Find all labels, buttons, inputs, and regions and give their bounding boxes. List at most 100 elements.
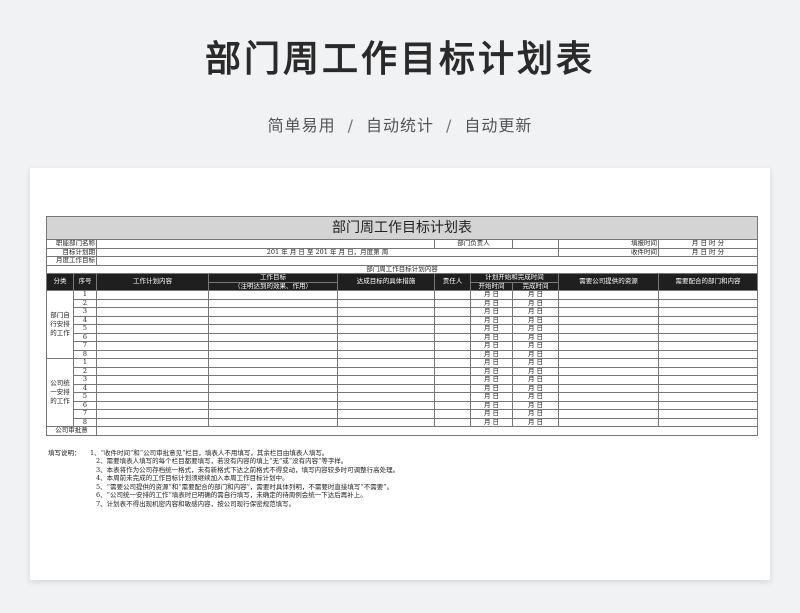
finish-time-cell[interactable]: 月 日 bbox=[512, 400, 559, 410]
owner-cell[interactable] bbox=[434, 392, 471, 402]
company-resources-cell[interactable] bbox=[558, 383, 659, 393]
receive-time-field[interactable]: 月 日 时 分 bbox=[657, 247, 759, 257]
plan-content-cell[interactable] bbox=[96, 298, 209, 308]
work-goal-cell[interactable] bbox=[208, 298, 338, 308]
cooperation-cell[interactable] bbox=[657, 349, 759, 359]
owner-cell[interactable] bbox=[434, 298, 471, 308]
cooperation-cell[interactable] bbox=[657, 315, 759, 325]
cooperation-cell[interactable] bbox=[657, 298, 759, 308]
company-resources-cell[interactable] bbox=[558, 417, 659, 427]
owner-cell[interactable] bbox=[434, 383, 471, 393]
cooperation-cell[interactable] bbox=[657, 290, 759, 300]
company-resources-cell[interactable] bbox=[558, 307, 659, 317]
owner-cell[interactable] bbox=[434, 375, 471, 385]
company-resources-cell[interactable] bbox=[558, 290, 659, 300]
cooperation-cell[interactable] bbox=[657, 307, 759, 317]
work-goal-cell[interactable] bbox=[208, 349, 338, 359]
finish-time-cell[interactable]: 月 日 bbox=[512, 341, 559, 351]
finish-time-cell[interactable]: 月 日 bbox=[512, 366, 559, 376]
work-goal-cell[interactable] bbox=[208, 290, 338, 300]
start-time-cell[interactable]: 月 日 bbox=[470, 366, 513, 376]
plan-content-cell[interactable] bbox=[96, 332, 209, 342]
finish-time-cell[interactable]: 月 日 bbox=[512, 349, 559, 359]
cooperation-cell[interactable] bbox=[657, 409, 759, 419]
owner-cell[interactable] bbox=[434, 366, 471, 376]
target-period-field[interactable]: 201 年 月 日 至 201 年 月 日，月度第 周 bbox=[96, 247, 559, 257]
start-time-cell[interactable]: 月 日 bbox=[470, 315, 513, 325]
measures-cell[interactable] bbox=[337, 324, 435, 334]
start-time-cell[interactable]: 月 日 bbox=[470, 400, 513, 410]
company-resources-cell[interactable] bbox=[558, 375, 659, 385]
finish-time-cell[interactable]: 月 日 bbox=[512, 307, 559, 317]
company-resources-cell[interactable] bbox=[558, 332, 659, 342]
company-resources-cell[interactable] bbox=[558, 324, 659, 334]
company-resources-cell[interactable] bbox=[558, 409, 659, 419]
start-time-cell[interactable]: 月 日 bbox=[470, 349, 513, 359]
measures-cell[interactable] bbox=[337, 315, 435, 325]
start-time-cell[interactable]: 月 日 bbox=[470, 358, 513, 368]
finish-time-cell[interactable]: 月 日 bbox=[512, 290, 559, 300]
work-goal-cell[interactable] bbox=[208, 358, 338, 368]
finish-time-cell[interactable]: 月 日 bbox=[512, 383, 559, 393]
owner-cell[interactable] bbox=[434, 409, 471, 419]
cooperation-cell[interactable] bbox=[657, 375, 759, 385]
owner-cell[interactable] bbox=[434, 417, 471, 427]
start-time-cell[interactable]: 月 日 bbox=[470, 332, 513, 342]
owner-cell[interactable] bbox=[434, 332, 471, 342]
plan-content-cell[interactable] bbox=[96, 375, 209, 385]
measures-cell[interactable] bbox=[337, 383, 435, 393]
finish-time-cell[interactable]: 月 日 bbox=[512, 298, 559, 308]
finish-time-cell[interactable]: 月 日 bbox=[512, 315, 559, 325]
plan-content-cell[interactable] bbox=[96, 417, 209, 427]
owner-cell[interactable] bbox=[434, 315, 471, 325]
work-goal-cell[interactable] bbox=[208, 375, 338, 385]
start-time-cell[interactable]: 月 日 bbox=[470, 298, 513, 308]
plan-content-cell[interactable] bbox=[96, 307, 209, 317]
plan-content-cell[interactable] bbox=[96, 315, 209, 325]
work-goal-cell[interactable] bbox=[208, 332, 338, 342]
start-time-cell[interactable]: 月 日 bbox=[470, 383, 513, 393]
plan-content-cell[interactable] bbox=[96, 341, 209, 351]
measures-cell[interactable] bbox=[337, 409, 435, 419]
cooperation-cell[interactable] bbox=[657, 417, 759, 427]
dept-name-field[interactable] bbox=[96, 239, 435, 249]
start-time-cell[interactable]: 月 日 bbox=[470, 417, 513, 427]
owner-cell[interactable] bbox=[434, 341, 471, 351]
company-resources-cell[interactable] bbox=[558, 315, 659, 325]
measures-cell[interactable] bbox=[337, 417, 435, 427]
finish-time-cell[interactable]: 月 日 bbox=[512, 375, 559, 385]
cooperation-cell[interactable] bbox=[657, 358, 759, 368]
work-goal-cell[interactable] bbox=[208, 307, 338, 317]
cooperation-cell[interactable] bbox=[657, 400, 759, 410]
cooperation-cell[interactable] bbox=[657, 324, 759, 334]
cooperation-cell[interactable] bbox=[657, 366, 759, 376]
start-time-cell[interactable]: 月 日 bbox=[470, 307, 513, 317]
company-resources-cell[interactable] bbox=[558, 341, 659, 351]
company-resources-cell[interactable] bbox=[558, 366, 659, 376]
company-resources-cell[interactable] bbox=[558, 400, 659, 410]
measures-cell[interactable] bbox=[337, 349, 435, 359]
report-time-field[interactable]: 月 日 时 分 bbox=[657, 239, 759, 249]
plan-content-cell[interactable] bbox=[96, 349, 209, 359]
work-goal-cell[interactable] bbox=[208, 417, 338, 427]
plan-content-cell[interactable] bbox=[96, 409, 209, 419]
work-goal-cell[interactable] bbox=[208, 392, 338, 402]
cooperation-cell[interactable] bbox=[657, 332, 759, 342]
finish-time-cell[interactable]: 月 日 bbox=[512, 332, 559, 342]
owner-cell[interactable] bbox=[434, 358, 471, 368]
finish-time-cell[interactable]: 月 日 bbox=[512, 358, 559, 368]
measures-cell[interactable] bbox=[337, 290, 435, 300]
finish-time-cell[interactable]: 月 日 bbox=[512, 409, 559, 419]
cooperation-cell[interactable] bbox=[657, 392, 759, 402]
owner-cell[interactable] bbox=[434, 290, 471, 300]
measures-cell[interactable] bbox=[337, 392, 435, 402]
finish-time-cell[interactable]: 月 日 bbox=[512, 417, 559, 427]
plan-content-cell[interactable] bbox=[96, 383, 209, 393]
start-time-cell[interactable]: 月 日 bbox=[470, 290, 513, 300]
start-time-cell[interactable]: 月 日 bbox=[470, 392, 513, 402]
finish-time-cell[interactable]: 月 日 bbox=[512, 324, 559, 334]
start-time-cell[interactable]: 月 日 bbox=[470, 324, 513, 334]
work-goal-cell[interactable] bbox=[208, 409, 338, 419]
work-goal-cell[interactable] bbox=[208, 315, 338, 325]
plan-content-cell[interactable] bbox=[96, 358, 209, 368]
